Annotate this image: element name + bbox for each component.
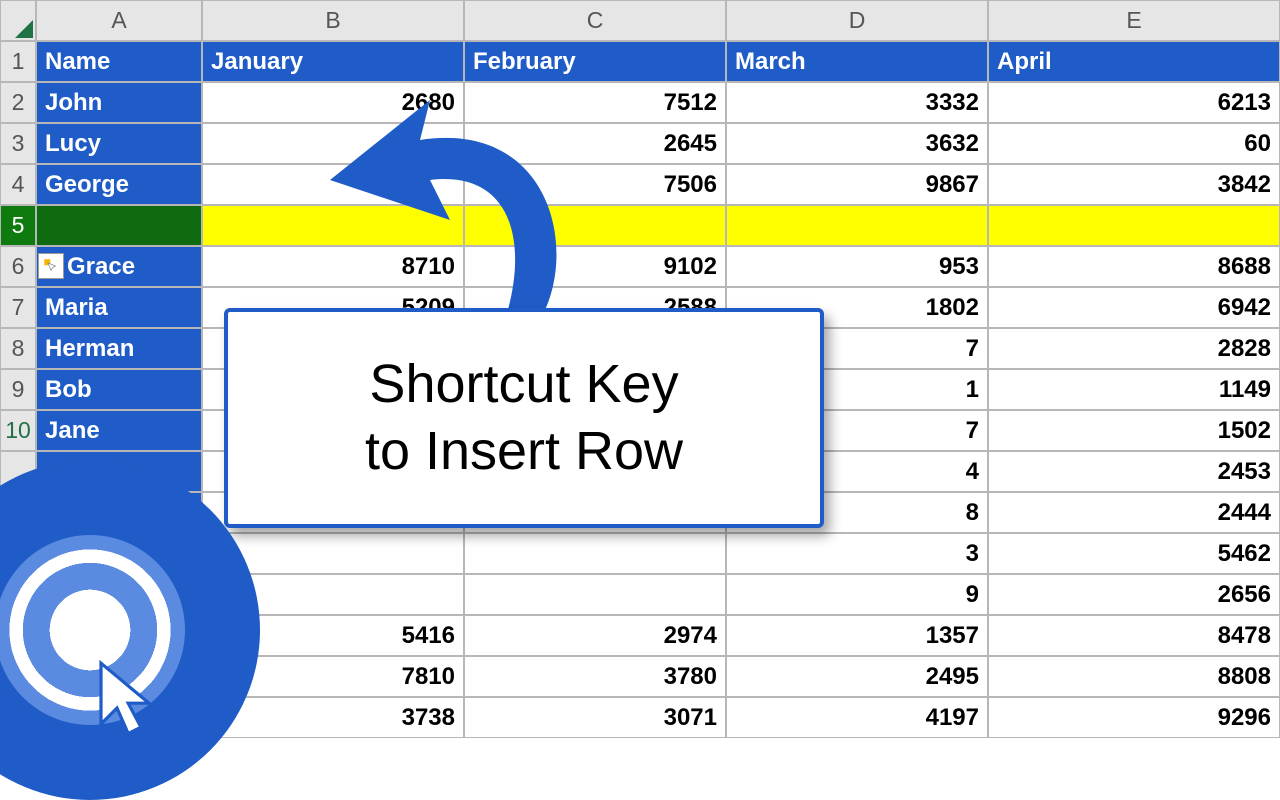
cell-d2[interactable]: 3332 [726, 82, 988, 123]
cell-b6[interactable]: 8710 [202, 246, 464, 287]
cell-c3[interactable]: 2645 [464, 123, 726, 164]
col-header-d[interactable]: D [726, 0, 988, 41]
cell-e12[interactable]: 2444 [988, 492, 1280, 533]
cell-e6[interactable]: 8688 [988, 246, 1280, 287]
cell-d6[interactable]: 953 [726, 246, 988, 287]
cell-a5[interactable] [36, 205, 202, 246]
cell-d13[interactable]: 3 [726, 533, 988, 574]
cell-e2[interactable]: 6213 [988, 82, 1280, 123]
col-header-c[interactable]: C [464, 0, 726, 41]
cell-c16[interactable]: 3780 [464, 656, 726, 697]
cell-a8[interactable]: Herman [36, 328, 202, 369]
cell-d14[interactable]: 9 [726, 574, 988, 615]
cell-c15[interactable]: 2974 [464, 615, 726, 656]
cell-d3[interactable]: 3632 [726, 123, 988, 164]
cell-e7[interactable]: 6942 [988, 287, 1280, 328]
cell-a1[interactable]: Name [36, 41, 202, 82]
cell-c2[interactable]: 7512 [464, 82, 726, 123]
cell-c6[interactable]: 9102 [464, 246, 726, 287]
row-header-10[interactable]: 10 [0, 410, 36, 451]
cell-e13[interactable]: 5462 [988, 533, 1280, 574]
cell-c13[interactable] [464, 533, 726, 574]
cell-e4[interactable]: 3842 [988, 164, 1280, 205]
cell-e14[interactable]: 2656 [988, 574, 1280, 615]
row-header-5[interactable]: 5 [0, 205, 36, 246]
cell-c17[interactable]: 3071 [464, 697, 726, 738]
cell-e9[interactable]: 1149 [988, 369, 1280, 410]
col-header-b[interactable]: B [202, 0, 464, 41]
row-header-4[interactable]: 4 [0, 164, 36, 205]
cell-a3[interactable]: Lucy [36, 123, 202, 164]
cell-c5[interactable] [464, 205, 726, 246]
cell-a7[interactable]: Maria [36, 287, 202, 328]
row-header-1[interactable]: 1 [0, 41, 36, 82]
cell-c4[interactable]: 7506 [464, 164, 726, 205]
cell-e17[interactable]: 9296 [988, 697, 1280, 738]
cell-b4[interactable] [202, 164, 464, 205]
cell-b2[interactable]: 2680 [202, 82, 464, 123]
cell-c1[interactable]: February [464, 41, 726, 82]
row-header-3[interactable]: 3 [0, 123, 36, 164]
callout-line1: Shortcut Key [369, 354, 678, 414]
cell-b5[interactable] [202, 205, 464, 246]
cell-e5[interactable] [988, 205, 1280, 246]
cell-a2[interactable]: John [36, 82, 202, 123]
callout-box: Shortcut Key to Insert Row [224, 308, 824, 528]
cell-b1[interactable]: January [202, 41, 464, 82]
cell-d1[interactable]: March [726, 41, 988, 82]
cell-e16[interactable]: 8808 [988, 656, 1280, 697]
cell-d16[interactable]: 2495 [726, 656, 988, 697]
cursor-icon [90, 660, 160, 745]
cell-e10[interactable]: 1502 [988, 410, 1280, 451]
cell-e15[interactable]: 8478 [988, 615, 1280, 656]
cell-d5[interactable] [726, 205, 988, 246]
cell-e3[interactable]: 60 [988, 123, 1280, 164]
cell-e8[interactable]: 2828 [988, 328, 1280, 369]
insert-options-icon[interactable] [38, 253, 64, 279]
cell-a9[interactable]: Bob [36, 369, 202, 410]
cell-a10[interactable]: Jane [36, 410, 202, 451]
col-header-e[interactable]: E [988, 0, 1280, 41]
select-all-corner[interactable] [0, 0, 36, 41]
row-header-2[interactable]: 2 [0, 82, 36, 123]
row-header-8[interactable]: 8 [0, 328, 36, 369]
col-header-a[interactable]: A [36, 0, 202, 41]
cell-c14[interactable] [464, 574, 726, 615]
cell-e1[interactable]: April [988, 41, 1280, 82]
row-header-6[interactable]: 6 [0, 246, 36, 287]
cell-e11[interactable]: 2453 [988, 451, 1280, 492]
cell-d15[interactable]: 1357 [726, 615, 988, 656]
cell-d17[interactable]: 4197 [726, 697, 988, 738]
cell-a4[interactable]: George [36, 164, 202, 205]
row-header-9[interactable]: 9 [0, 369, 36, 410]
row-header-7[interactable]: 7 [0, 287, 36, 328]
cell-d4[interactable]: 9867 [726, 164, 988, 205]
cell-b3[interactable] [202, 123, 464, 164]
callout-line2: to Insert Row [365, 421, 683, 481]
